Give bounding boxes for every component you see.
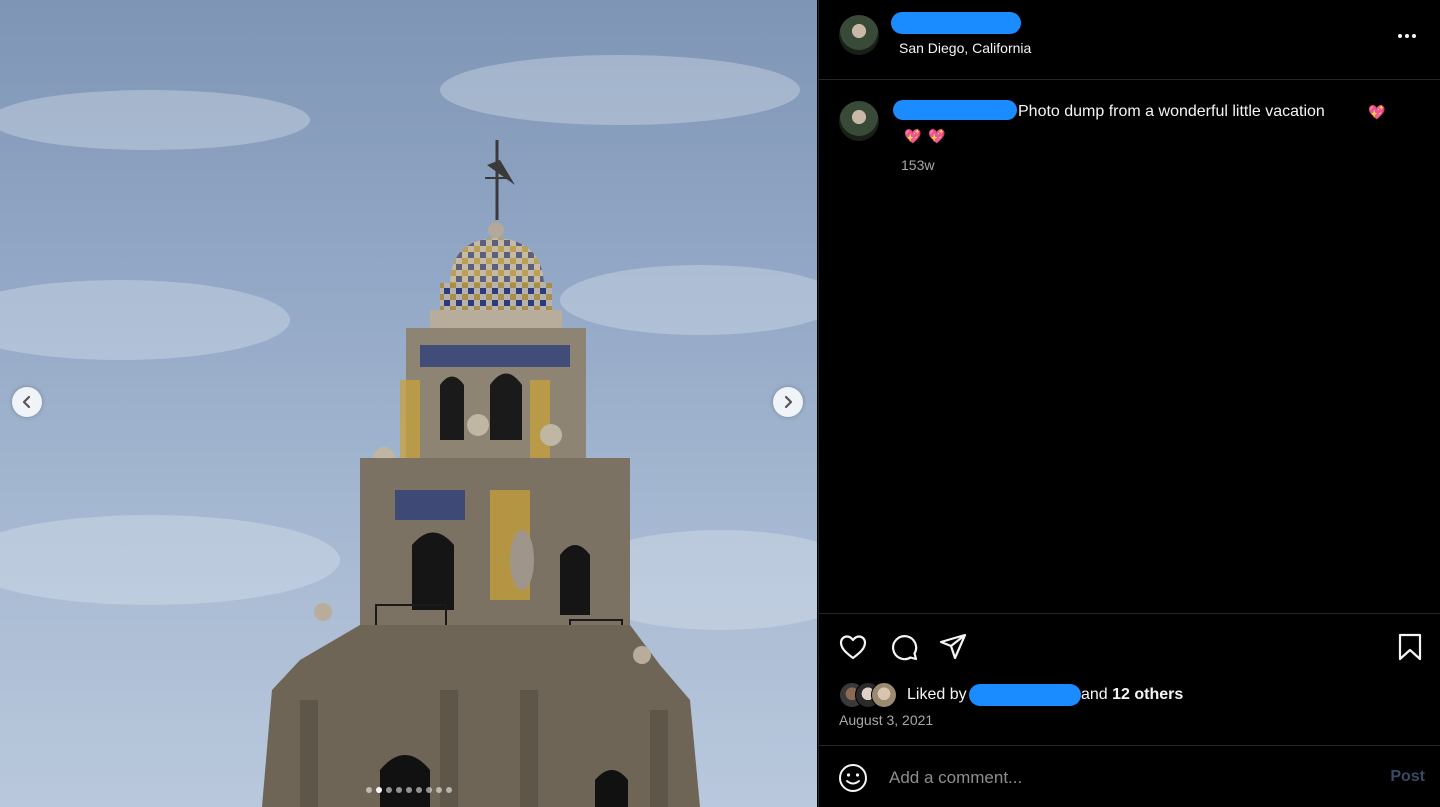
carousel-dot-active (375, 787, 382, 793)
comment-button[interactable] (888, 631, 920, 663)
more-options-button[interactable] (1393, 26, 1421, 46)
heart-emoji: 💖 (928, 128, 946, 144)
carousel-dots (0, 787, 817, 793)
post-location[interactable]: San Diego, California (899, 40, 1031, 56)
caption-author-avatar[interactable] (839, 101, 879, 141)
post-comment-button[interactable]: Post (1390, 768, 1425, 786)
avatar (871, 682, 897, 708)
share-button[interactable] (937, 630, 969, 662)
like-icon (839, 635, 867, 660)
chevron-left-icon (22, 395, 31, 409)
liked-by-label: Liked by (907, 686, 967, 703)
post-detail-panel: San Diego, California Photo dump from a … (818, 0, 1440, 807)
carousel-next-button[interactable] (773, 387, 803, 417)
post-actions: Liked by and 12 others August 3, 2021 (819, 613, 1440, 745)
post-date[interactable]: August 3, 2021 (839, 712, 933, 728)
comment-bar: Post (819, 745, 1440, 807)
heart-emoji: 💖 (904, 128, 922, 144)
carousel-dot (365, 787, 372, 793)
liked-by-avatars[interactable] (839, 682, 903, 708)
carousel-prev-button[interactable] (12, 387, 42, 417)
comment-input[interactable] (887, 764, 1311, 792)
author-avatar[interactable] (839, 15, 879, 55)
carousel-dot (415, 787, 422, 793)
share-icon (939, 633, 967, 660)
carousel-dot (395, 787, 402, 793)
post-photo (0, 0, 817, 807)
carousel-dot (405, 787, 412, 793)
heart-emoji: 💖 (1368, 104, 1386, 120)
tower-photo (0, 55, 817, 807)
carousel-dot (435, 787, 442, 793)
emoji-button[interactable] (837, 762, 869, 794)
liked-by-others[interactable]: and 12 others (1081, 686, 1183, 704)
emoji-icon (839, 764, 867, 792)
carousel-dot (445, 787, 452, 793)
redacted-liker-username[interactable] (969, 684, 1081, 706)
more-icon (1398, 34, 1402, 38)
post-time-ago[interactable]: 153w (901, 157, 934, 173)
caption-text: Photo dump from a wonderful little vacat… (1018, 103, 1325, 120)
comment-icon (892, 635, 918, 661)
save-icon (1398, 633, 1422, 661)
redacted-caption-username[interactable] (893, 100, 1017, 120)
redacted-username[interactable] (891, 12, 1021, 34)
carousel-dot (425, 787, 432, 793)
save-button[interactable] (1394, 631, 1426, 663)
like-button[interactable] (837, 631, 869, 663)
chevron-right-icon (784, 395, 793, 409)
post-header: San Diego, California (819, 0, 1440, 80)
carousel-dot (385, 787, 392, 793)
